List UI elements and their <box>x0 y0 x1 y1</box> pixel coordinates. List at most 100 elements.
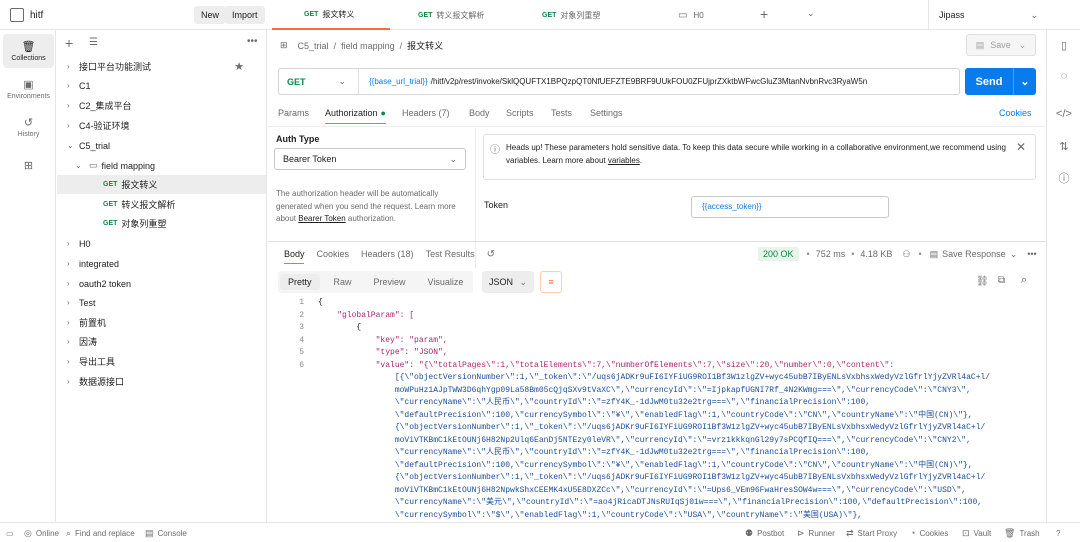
tab-baowen-zhuanyi[interactable]: GET 报文转义 <box>272 0 390 30</box>
sidebar-item-collection[interactable]: ⌄ C5_trial <box>57 136 266 155</box>
more-options-icon[interactable]: ••• <box>247 36 258 47</box>
tab-zhuanyi-jiexi[interactable]: GET 转义报文解析 <box>390 0 510 30</box>
rail-environments[interactable]: ▣ Environments <box>3 72 54 106</box>
tab-label: H0 <box>693 10 704 20</box>
close-icon[interactable]: ✕ <box>1016 140 1026 154</box>
sidebar-item-collection[interactable]: › H0 <box>57 234 266 253</box>
send-options-chevron-icon[interactable]: ⌄ <box>1013 68 1036 95</box>
environment-select[interactable]: Jipass ⌄ <box>928 0 1046 30</box>
rail-history[interactable]: ↺ History <box>3 110 54 144</box>
network-icon[interactable]: ⚇ <box>902 249 910 260</box>
rail-apps[interactable]: ⊞ <box>3 154 54 178</box>
tab-response-cookies[interactable]: Cookies <box>317 249 350 259</box>
sidebar-item-collection[interactable]: › 因涛 <box>57 332 266 351</box>
tab-h0[interactable]: ▭ H0 <box>630 0 740 30</box>
tab-duixiang-chongsu[interactable]: GET 对象列重塑 <box>510 0 630 30</box>
view-pretty[interactable]: Pretty <box>280 274 320 290</box>
link-icon[interactable]: ⛓ <box>976 276 989 287</box>
sidebar-item-request[interactable]: GET 转义报文解析 <box>57 195 266 214</box>
code-line: 5 "type": "JSON", <box>268 347 1046 360</box>
sidebar-item-folder[interactable]: ⌄ ▭ field mapping <box>57 156 266 175</box>
runner-button[interactable]: ⊳ Runner <box>797 523 835 542</box>
postbot-button[interactable]: ⚉ Postbot <box>745 523 784 542</box>
history-icon[interactable]: ↺ <box>487 249 495 260</box>
sidebar-item-request[interactable]: GET 报文转义 <box>57 175 266 194</box>
response-body-code[interactable]: 1{2 "globalParam": [3 {4 "key": "param",… <box>268 295 1046 522</box>
sidebar-item-collection[interactable]: › C4-验证环境 <box>57 116 266 135</box>
rail-label: Environments <box>7 93 50 100</box>
format-select[interactable]: JSON ⌄ <box>482 271 534 293</box>
more-options-icon[interactable]: ••• <box>1027 249 1036 259</box>
method-select[interactable]: GET ⌄ <box>279 69 359 94</box>
copy-icon[interactable]: ⧉ <box>998 275 1005 286</box>
find-replace-button[interactable]: ⌕ Find and replace <box>66 523 135 542</box>
auth-type-label: Auth Type <box>276 134 320 144</box>
documentation-icon[interactable]: ▯ <box>1047 39 1080 52</box>
sidebar-item-label: oauth2 token <box>79 278 132 289</box>
workspace-switcher[interactable]: hitf <box>10 8 43 22</box>
sidebar-item-collection[interactable]: › Test <box>57 293 266 312</box>
code-icon[interactable]: </> <box>1047 108 1080 120</box>
breadcrumb-collection[interactable]: C5_trial <box>298 41 329 51</box>
token-input[interactable]: {{access_token}} <box>691 196 889 218</box>
send-button[interactable]: Send ⌄ <box>965 68 1036 95</box>
tab-settings[interactable]: Settings <box>590 102 623 124</box>
method-badge: GET <box>103 220 118 227</box>
add-collection-icon[interactable]: + <box>65 35 73 51</box>
start-proxy-button[interactable]: ⇄ Start Proxy <box>846 523 897 542</box>
auth-type-select[interactable]: Bearer Token ⌄ <box>274 148 466 170</box>
sidebar-item-collection[interactable]: › C1 <box>57 76 266 95</box>
sidebar-item-collection[interactable]: › integrated <box>57 254 266 273</box>
sidebar-item-collection[interactable]: › 接口平台功能测试 ★ <box>57 57 266 76</box>
search-icon[interactable]: ⌕ <box>1021 274 1027 287</box>
sidebar-item-collection[interactable]: › 导出工具 <box>57 352 266 371</box>
tab-headers[interactable]: Headers (7) <box>402 102 450 124</box>
trash-button[interactable]: 🗑 Trash <box>1004 523 1040 542</box>
rail-collections[interactable]: 🗑 Collections <box>3 34 54 68</box>
cookies-link[interactable]: Cookies <box>999 102 1032 124</box>
response-time[interactable]: 752 ms <box>816 249 846 259</box>
save-response-button[interactable]: Save Response <box>942 249 1006 259</box>
status-badge[interactable]: 200 OK <box>758 247 799 261</box>
filter-icon[interactable]: ☰ <box>89 37 98 48</box>
tab-label: Authorization <box>325 107 378 118</box>
tab-tests[interactable]: Tests <box>551 102 572 124</box>
bearer-token-link[interactable]: Bearer Token <box>298 214 345 223</box>
tabs-overflow-chevron-icon[interactable]: ⌄ <box>807 8 815 19</box>
save-button[interactable]: ▤ Save ⌄ <box>966 34 1036 56</box>
breadcrumb-folder[interactable]: field mapping <box>341 41 395 51</box>
response-size[interactable]: 4.18 KB <box>860 249 892 259</box>
layout-icon[interactable]: ▭ <box>6 523 14 542</box>
info-icon[interactable]: ⓘ <box>1047 170 1080 186</box>
view-raw[interactable]: Raw <box>326 274 360 290</box>
tab-scripts[interactable]: Scripts <box>506 102 534 124</box>
sidebar-item-request[interactable]: GET 对象列重塑 <box>57 214 266 233</box>
sidebar-item-collection[interactable]: › 前置机 <box>57 313 266 332</box>
url-input[interactable]: {{base_url_trial}} /hitf/v2p/rest/invoke… <box>359 77 959 86</box>
cookies-button[interactable]: ◔ Cookies <box>910 523 948 542</box>
tab-response-body[interactable]: Body <box>284 249 305 259</box>
new-button[interactable]: New <box>194 6 227 24</box>
help-icon[interactable]: ? <box>1056 523 1060 542</box>
comments-icon[interactable]: ◌ <box>1047 70 1080 82</box>
sidebar-item-collection[interactable]: › 数据源接口 <box>57 372 266 391</box>
import-button[interactable]: Import <box>225 6 265 24</box>
tab-response-headers[interactable]: Headers (18) <box>361 249 414 259</box>
sidebar-item-collection[interactable]: › C2_集成平台 <box>57 96 266 115</box>
online-status[interactable]: ◎ Online <box>24 523 59 542</box>
star-icon[interactable]: ★ <box>234 60 244 73</box>
wrap-lines-icon[interactable]: ≡ <box>540 271 562 293</box>
view-visualize[interactable]: Visualize <box>420 274 472 290</box>
vault-button[interactable]: ⊡ Vault <box>962 523 991 542</box>
related-icon[interactable]: ⇅ <box>1047 140 1080 153</box>
tab-response-test-results[interactable]: Test Results <box>426 249 475 259</box>
view-preview[interactable]: Preview <box>366 274 414 290</box>
tab-body[interactable]: Body <box>469 102 490 124</box>
add-tab-icon[interactable]: + <box>760 6 768 22</box>
sidebar-item-collection[interactable]: › oauth2 token <box>57 274 266 293</box>
variables-link[interactable]: variables <box>608 156 640 165</box>
code-text: { <box>318 323 362 332</box>
console-button[interactable]: ▤ Console <box>145 523 187 542</box>
tab-authorization[interactable]: Authorization ● <box>325 102 386 124</box>
tab-params[interactable]: Params <box>278 102 309 124</box>
